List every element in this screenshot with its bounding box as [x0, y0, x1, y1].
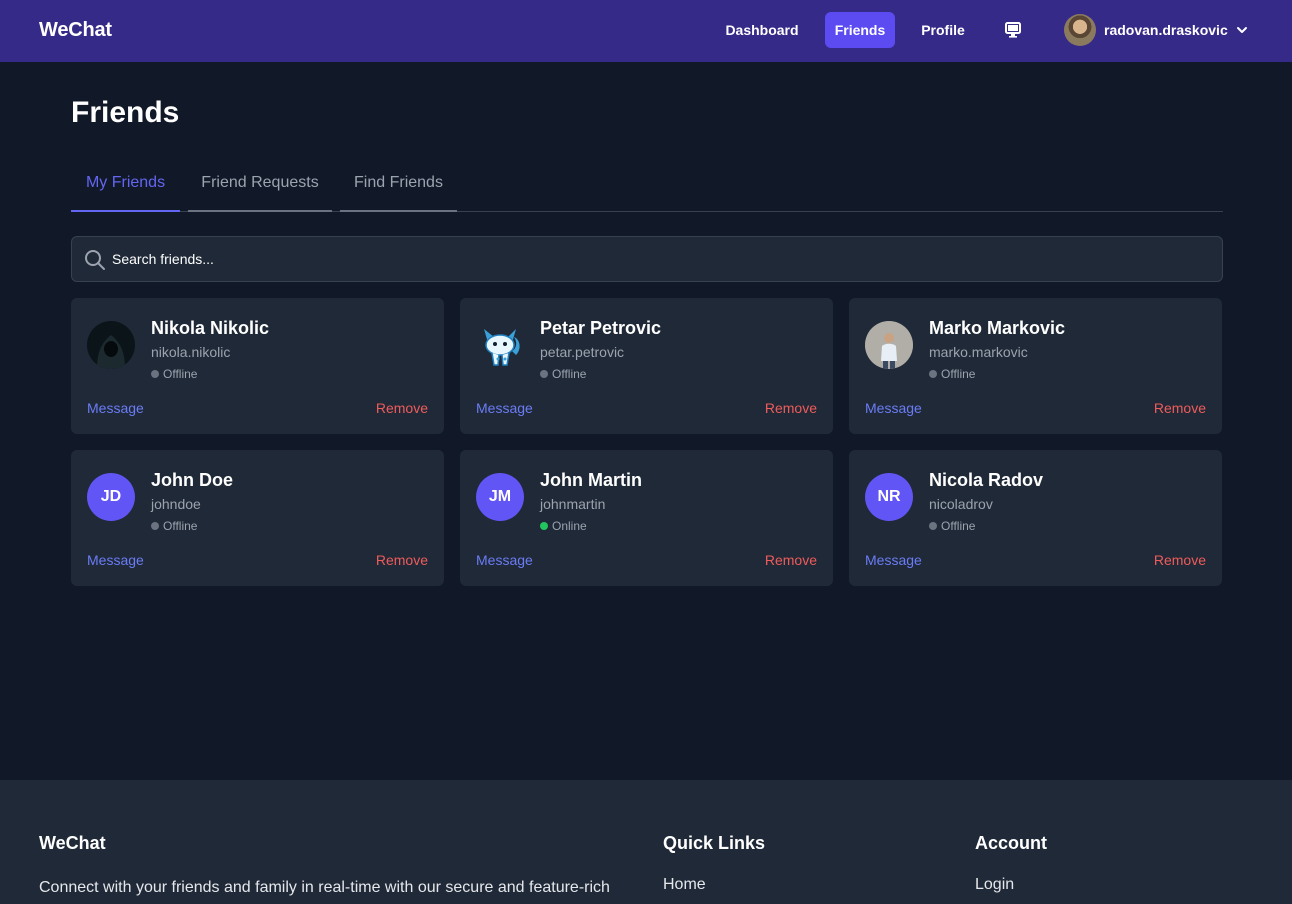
- top-navbar: WeChat Dashboard Friends Profile radovan…: [0, 0, 1292, 62]
- friend-card: JM John Martin johnmartin Online Message…: [460, 450, 833, 586]
- footer-account-heading: Account: [975, 833, 1047, 853]
- friend-avatar: [865, 321, 913, 369]
- remove-button[interactable]: Remove: [376, 400, 428, 416]
- friend-card: Petar Petrovic petar.petrovic Offline Me…: [460, 298, 833, 434]
- message-button[interactable]: Message: [87, 552, 144, 568]
- status-indicator: Offline: [540, 367, 586, 381]
- footer-brand: WeChat: [39, 833, 106, 853]
- tab-my-friends[interactable]: My Friends: [71, 163, 180, 212]
- status-indicator: Offline: [929, 519, 975, 533]
- message-button[interactable]: Message: [476, 400, 533, 416]
- status-indicator: Offline: [151, 519, 197, 533]
- friend-card: NR Nicola Radov nicoladrov Offline Messa…: [849, 450, 1222, 586]
- search-input[interactable]: [112, 237, 1212, 281]
- remove-button[interactable]: Remove: [765, 552, 817, 568]
- user-avatar: [1064, 14, 1096, 46]
- status-dot: [540, 370, 548, 378]
- friend-username: johndoe: [151, 496, 201, 512]
- footer-description: Connect with your friends and family in …: [39, 879, 610, 896]
- friend-avatar: NR: [865, 473, 913, 521]
- friend-card: Marko Markovic marko.markovic Offline Me…: [849, 298, 1222, 434]
- chevron-down-icon: [1236, 27, 1247, 33]
- friend-name: Petar Petrovic: [540, 318, 662, 338]
- friend-avatar: [87, 321, 135, 369]
- status-dot: [540, 522, 548, 530]
- status-indicator: Online: [540, 519, 587, 533]
- status-indicator: Offline: [151, 367, 197, 381]
- message-button[interactable]: Message: [865, 552, 922, 568]
- monitor-icon[interactable]: [1004, 21, 1022, 39]
- message-button[interactable]: Message: [476, 552, 533, 568]
- user-name: radovan.draskovic: [1104, 22, 1228, 38]
- status-dot: [929, 370, 937, 378]
- friend-avatar: JD: [87, 473, 135, 521]
- footer-link-login[interactable]: Login: [975, 876, 1014, 894]
- remove-button[interactable]: Remove: [1154, 552, 1206, 568]
- footer-quick-links-heading: Quick Links: [663, 833, 766, 853]
- friend-username: marko.markovic: [929, 344, 1028, 360]
- tab-find-friends[interactable]: Find Friends: [340, 163, 457, 212]
- page-title: Friends: [71, 96, 180, 129]
- remove-button[interactable]: Remove: [376, 552, 428, 568]
- status-text: Offline: [941, 519, 976, 533]
- status-text: Offline: [941, 367, 976, 381]
- friend-username: nicoladrov: [929, 496, 993, 512]
- tab-friend-requests[interactable]: Friend Requests: [188, 163, 332, 212]
- status-indicator: Offline: [929, 367, 975, 381]
- message-button[interactable]: Message: [87, 400, 144, 416]
- brand-logo[interactable]: WeChat: [39, 19, 112, 42]
- footer: WeChat Connect with your friends and fam…: [0, 780, 1292, 904]
- status-text: Offline: [163, 367, 198, 381]
- friend-name: John Doe: [151, 470, 234, 490]
- nav-dashboard[interactable]: Dashboard: [716, 12, 808, 48]
- friend-username: nikola.nikolic: [151, 344, 231, 360]
- friend-name: John Martin: [540, 470, 642, 490]
- status-text: Online: [552, 519, 587, 533]
- status-text: Offline: [163, 519, 198, 533]
- friends-tabs: My Friends Friend Requests Find Friends: [71, 163, 1223, 212]
- friend-name: Nikola Nikolic: [151, 318, 270, 338]
- user-menu[interactable]: radovan.draskovic: [1064, 14, 1248, 46]
- status-dot: [151, 522, 159, 530]
- remove-button[interactable]: Remove: [1154, 400, 1206, 416]
- friend-card: JD John Doe johndoe Offline Message Remo…: [71, 450, 444, 586]
- remove-button[interactable]: Remove: [765, 400, 817, 416]
- friend-card: Nikola Nikolic nikola.nikolic Offline Me…: [71, 298, 444, 434]
- status-text: Offline: [552, 367, 587, 381]
- nav-profile[interactable]: Profile: [911, 12, 975, 48]
- friend-name: Marko Markovic: [929, 318, 1066, 338]
- friend-username: petar.petrovic: [540, 344, 625, 360]
- status-dot: [929, 522, 937, 530]
- nav-friends[interactable]: Friends: [825, 12, 895, 48]
- footer-link-home[interactable]: Home: [663, 876, 706, 894]
- friend-avatar: JM: [476, 473, 524, 521]
- message-button[interactable]: Message: [865, 400, 922, 416]
- search-icon: [85, 250, 105, 270]
- friend-name: Nicola Radov: [929, 470, 1044, 490]
- friend-avatar: [476, 321, 524, 369]
- status-dot: [151, 370, 159, 378]
- search-bar: [71, 236, 1223, 282]
- friend-username: johnmartin: [540, 496, 606, 512]
